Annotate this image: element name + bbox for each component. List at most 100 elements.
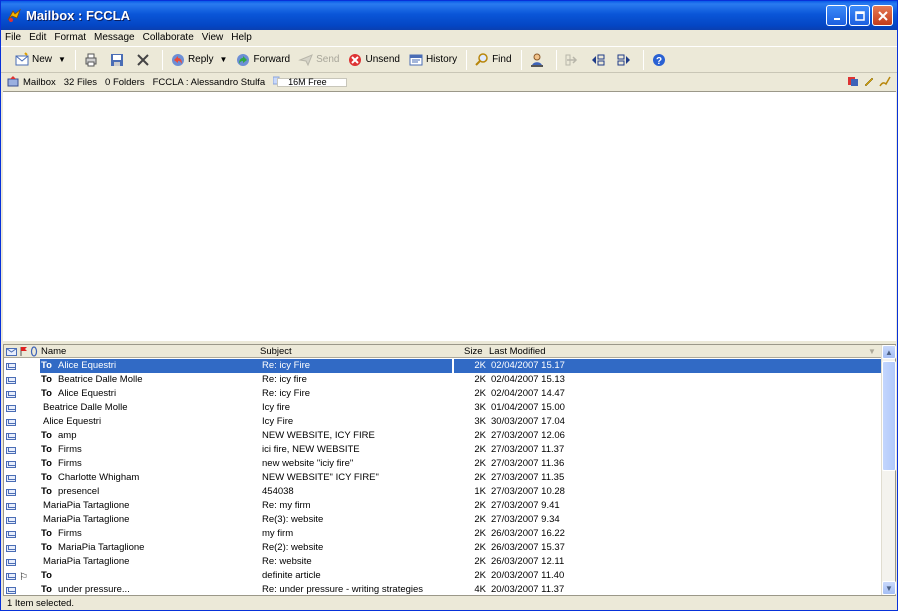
menu-view[interactable]: View	[202, 32, 224, 43]
table-row[interactable]: To under pressure... Re: under pressure - …	[4, 583, 883, 597]
table-row[interactable]: To Alice Equestri Re: icy Fire 2K 02/04/2007…	[4, 387, 883, 401]
table-row[interactable]: ⚐ To definite article 2K 20/03/2007 11.40	[4, 569, 883, 583]
row-name: Alice Equestri	[58, 360, 117, 371]
forward-button[interactable]: Forward	[232, 49, 293, 71]
delete-button[interactable]	[132, 49, 156, 71]
row-size: 1K	[474, 486, 486, 497]
row-name: Beatrice Dalle Molle	[58, 374, 143, 385]
history-button[interactable]: History	[405, 49, 460, 71]
to-marker: To	[41, 542, 52, 553]
find-button[interactable]: Find	[471, 49, 514, 71]
reply-dropdown-icon[interactable]: ▼	[220, 55, 228, 64]
vertical-scrollbar[interactable]: ▲ ▼	[881, 345, 896, 595]
menu-message[interactable]: Message	[94, 32, 135, 43]
table-row[interactable]: To Charlotte Whigham NEW WEBSITE" ICY FIRE…	[4, 471, 883, 485]
toolbar-separator	[161, 49, 163, 70]
unsend-button[interactable]: Unsend	[344, 49, 402, 71]
table-row[interactable]: To Beatrice Dalle Molle Re: icy fire 2K 02/0…	[4, 373, 883, 387]
row-name: under pressure...	[58, 584, 130, 595]
sort-arrow-icon[interactable]: ▼	[868, 345, 876, 358]
attachments-icon[interactable]	[847, 75, 859, 90]
envelope-icon	[6, 573, 16, 580]
row-modified: 02/04/2007 15.13	[491, 374, 565, 385]
table-row[interactable]: Alice Equestri Icy Fire 3K 30/03/2007 17.04	[4, 415, 883, 429]
attachment-column-icon[interactable]	[30, 346, 38, 359]
to-marker: To	[41, 458, 52, 469]
row-size: 2K	[474, 570, 486, 581]
to-marker: To	[41, 444, 52, 455]
name-column-header[interactable]: Name	[41, 345, 66, 358]
address-book-button[interactable]	[526, 49, 550, 71]
next-message-button[interactable]	[613, 49, 637, 71]
subject-column-header[interactable]: Subject	[260, 345, 292, 358]
modified-column-header[interactable]: Last Modified	[489, 345, 546, 358]
help-button[interactable]: ?	[648, 49, 672, 71]
message-preview-pane[interactable]	[3, 91, 896, 341]
row-size: 2K	[474, 542, 486, 553]
row-modified: 20/03/2007 11.37	[491, 584, 565, 595]
table-row[interactable]: MariaPia Tartaglione Re: website 2K 26/03/2…	[4, 555, 883, 569]
menu-edit[interactable]: Edit	[29, 32, 46, 43]
row-subject: new website "iciy fire"	[262, 458, 354, 469]
flag-column-icon[interactable]	[20, 346, 28, 359]
new-button[interactable]: New ▼	[11, 49, 69, 71]
save-icon	[109, 52, 125, 68]
row-name: amp	[58, 430, 77, 441]
table-row[interactable]: To MariaPia Tartaglione Re(2): website 2K 26…	[4, 541, 883, 555]
envelope-icon	[6, 503, 16, 510]
table-row[interactable]: To amp NEW WEBSITE, ICY FIRE 2K 27/03/2007 1…	[4, 429, 883, 443]
table-row[interactable]: To presencel 454038 1K 27/03/2007 10.28	[4, 485, 883, 499]
table-row[interactable]: To Firms my firm 2K 26/03/2007 16.22	[4, 527, 883, 541]
reply-button[interactable]: Reply ▼	[167, 49, 231, 71]
scroll-up-button[interactable]: ▲	[882, 345, 896, 359]
edit-pencil-icon[interactable]	[863, 75, 875, 90]
maximize-button[interactable]	[849, 5, 870, 26]
table-row[interactable]: MariaPia Tartaglione Re: my firm 2K 27/03/2…	[4, 499, 883, 513]
title-bar[interactable]: Mailbox : FCCLA	[1, 1, 897, 30]
envelope-icon	[6, 447, 16, 454]
folder-count: 0 Folders	[105, 76, 145, 88]
go-back-button[interactable]	[561, 49, 585, 71]
row-modified: 26/03/2007 15.37	[491, 542, 565, 553]
close-button[interactable]	[872, 5, 893, 26]
forward-icon	[235, 52, 251, 68]
menu-format[interactable]: Format	[54, 32, 86, 43]
message-list: Name Subject Size Last Modified ▼ To Alic…	[3, 344, 896, 596]
row-size: 2K	[474, 444, 486, 455]
table-row[interactable]: To Firms new website "iciy fire" 2K 27/03/20…	[4, 457, 883, 471]
row-subject: Re: my firm	[262, 500, 311, 511]
row-size: 2K	[474, 556, 486, 567]
minimize-button[interactable]	[826, 5, 847, 26]
toolbar-separator	[74, 49, 76, 70]
table-row[interactable]: MariaPia Tartaglione Re(3): website 2K 27/0…	[4, 513, 883, 527]
envelope-icon	[6, 587, 16, 594]
row-subject: Re(2): website	[262, 542, 324, 553]
row-size: 2K	[474, 374, 486, 385]
size-column-header[interactable]: Size	[464, 345, 482, 358]
save-button[interactable]	[106, 49, 130, 71]
menu-file[interactable]: File	[5, 32, 21, 43]
row-modified: 27/03/2007 12.06	[491, 430, 565, 441]
table-row[interactable]: To Firms ici fire, NEW WEBSITE 2K 27/03/2007…	[4, 443, 883, 457]
row-name: MariaPia Tartaglione	[43, 514, 130, 525]
new-dropdown-icon[interactable]: ▼	[58, 55, 66, 64]
person-icon	[529, 52, 545, 68]
history-icon	[408, 52, 424, 68]
row-name: Firms	[58, 444, 82, 455]
new-message-icon	[14, 51, 30, 68]
row-modified: 27/03/2007 9.34	[491, 514, 560, 525]
menu-collaborate[interactable]: Collaborate	[143, 32, 194, 43]
table-row[interactable]: Beatrice Dalle Molle Icy fire 3K 01/04/2007…	[4, 401, 883, 415]
signature-pen-icon[interactable]	[879, 75, 891, 90]
table-row[interactable]: To Alice Equestri Re: icy Fire 2K 02/04/2007…	[4, 359, 883, 373]
envelope-icon	[6, 489, 16, 496]
send-button[interactable]: Send	[295, 49, 342, 71]
scroll-thumb[interactable]	[882, 361, 896, 471]
svg-text:?: ?	[655, 56, 661, 67]
print-button[interactable]	[80, 49, 104, 71]
previous-message-button[interactable]	[587, 49, 611, 71]
scroll-down-button[interactable]: ▼	[882, 581, 896, 595]
row-modified: 20/03/2007 11.40	[491, 570, 565, 581]
menu-help[interactable]: Help	[231, 32, 252, 43]
list-header: Name Subject Size Last Modified ▼	[4, 345, 883, 358]
